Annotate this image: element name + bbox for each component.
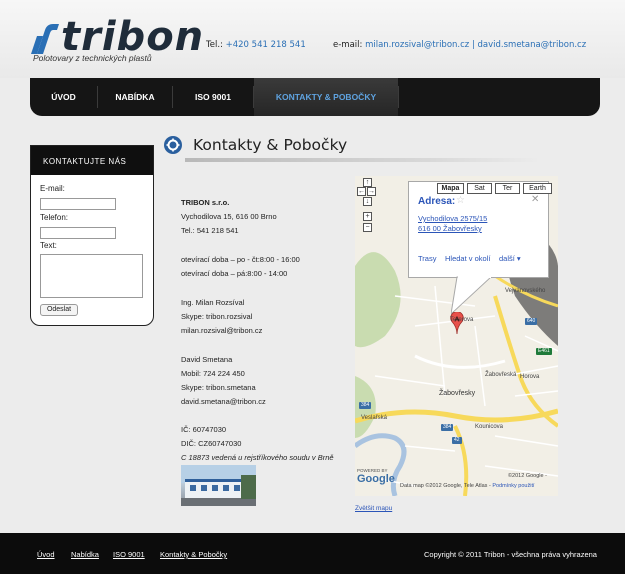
company-name: TRIBON s.r.o. <box>181 198 230 207</box>
phone-label: Tel.: <box>206 40 223 50</box>
opening-hours-friday: otevírací doba – pá:8:00 - 14:00 <box>181 269 288 278</box>
map-road-label: Veslařská <box>361 415 388 421</box>
logo-mark-icon <box>31 24 59 54</box>
message-textarea[interactable] <box>40 254 143 298</box>
footer-link-uvod[interactable]: Úvod <box>37 550 55 559</box>
map-type-terrain[interactable]: Ter <box>495 183 520 194</box>
more-link-label: další <box>499 254 515 263</box>
map-road-label: Horova <box>520 374 540 380</box>
person2-mobile: Mobil: 724 224 450 <box>181 369 245 378</box>
nav-item-uvod[interactable]: ÚVOD <box>30 78 97 116</box>
email-field[interactable] <box>40 198 116 210</box>
email-value[interactable]: milan.rozsival@tribon.cz | david.smetana… <box>365 40 586 50</box>
nav-item-kontakty[interactable]: KONTAKTY & POBOČKY <box>254 78 398 116</box>
pan-left-icon[interactable]: ← <box>357 187 366 196</box>
map-place-label: Žabovřesky <box>439 390 476 397</box>
pan-right-icon[interactable]: → <box>367 187 376 196</box>
bubble-address-line1[interactable]: Vychodilova 2575/15 <box>418 214 487 223</box>
person2-skype: Skype: tribon.smetana <box>181 383 256 392</box>
star-icon[interactable]: ☆ <box>456 195 465 206</box>
phone-field[interactable] <box>40 227 116 239</box>
map-road-label: Vejvanovského <box>505 288 546 294</box>
road-shield: E461 <box>536 348 552 355</box>
person2-name: David Smetana <box>181 355 233 364</box>
road-shield: 384 <box>359 402 372 409</box>
map-type-satellite[interactable]: Sat <box>467 183 492 194</box>
nearby-link[interactable]: Hledat v okolí <box>445 254 490 263</box>
bubble-title: Adresa: <box>418 196 456 207</box>
person2-email[interactable]: david.smetana@tribon.cz <box>181 397 266 406</box>
text-field-label: Text: <box>40 241 57 250</box>
page-title: Kontakty & Pobočky <box>193 136 348 154</box>
map-data-text: Data map ©2012 Google, Tele Atlas - <box>400 483 493 489</box>
site-header: tribon Polotovary z technických plastů T… <box>0 0 625 78</box>
send-button[interactable]: Odeslat <box>40 304 78 316</box>
person1-email[interactable]: milan.rozsival@tribon.cz <box>181 326 262 335</box>
header-email: e-mail: milan.rozsival@tribon.cz | david… <box>333 40 586 50</box>
map-pin-icon[interactable]: A <box>450 312 464 334</box>
phone-value[interactable]: +420 541 218 541 <box>226 40 306 50</box>
map-terms-link[interactable]: Podmínky použití <box>492 483 534 489</box>
road-shield: 384 <box>441 424 454 431</box>
header-phone: Tel.: +420 541 218 541 <box>206 40 306 50</box>
map-type-map[interactable]: Mapa <box>437 183 464 194</box>
map-road-label: Žabovřeská <box>485 372 517 378</box>
tribon-logo[interactable]: tribon Polotovary z technických plastů <box>31 14 203 66</box>
company-dic: DIČ: CZ60747030 <box>181 439 242 448</box>
gear-icon <box>164 136 182 154</box>
routes-link[interactable]: Trasy <box>418 254 436 263</box>
more-link[interactable]: další ▾ <box>499 254 521 263</box>
google-logo[interactable]: Google <box>357 473 395 485</box>
road-shield: 640 <box>525 318 538 325</box>
map-zoom-controls: ↑ ← → ↓ + − <box>357 178 377 238</box>
close-icon[interactable]: ✕ <box>531 194 539 205</box>
email-label: e-mail: <box>333 40 363 50</box>
contact-form-heading: KONTAKTUJTE NÁS <box>31 146 153 175</box>
phone-field-label: Telefon: <box>40 213 69 222</box>
footer-link-nabidka[interactable]: Nabídka <box>71 550 99 559</box>
footer-link-kontakty[interactable]: Kontakty & Pobočky <box>160 550 227 559</box>
title-divider <box>185 158 540 162</box>
person1-name: Ing. Milan Rozsíval <box>181 298 245 307</box>
company-phone: Tel.: 541 218 541 <box>181 226 239 235</box>
pan-up-icon[interactable]: ↑ <box>363 178 372 187</box>
enlarge-map-link[interactable]: Zvětšit mapu <box>355 505 392 512</box>
contact-form: KONTAKTUJTE NÁS E-mail: Telefon: Text: O… <box>30 145 154 326</box>
google-map[interactable]: ↑ ← → ↓ + − Adresa: ☆ ✕ Vychodilova 2575… <box>355 176 558 496</box>
nav-divider <box>398 86 399 108</box>
company-address: Vychodilova 15, 616 00 Brno <box>181 212 277 221</box>
nav-item-iso[interactable]: ISO 9001 <box>173 78 253 116</box>
person1-skype: Skype: tribon.rozsival <box>181 312 253 321</box>
map-type-earth[interactable]: Earth <box>523 183 552 194</box>
nav-item-nabidka[interactable]: NABÍDKA <box>98 78 172 116</box>
email-field-label: E-mail: <box>40 184 65 193</box>
map-copyright: ©2012 Google - <box>508 473 547 479</box>
zoom-out-icon[interactable]: − <box>363 223 372 232</box>
site-footer: Úvod Nabídka ISO 9001 Kontakty & Pobočky… <box>0 533 625 574</box>
opening-hours-weekdays: otevírací doba – po - čt:8:00 - 16:00 <box>181 255 300 264</box>
main-nav: ÚVOD NABÍDKA ISO 9001 KONTAKTY & POBOČKY <box>30 78 600 116</box>
building-photo <box>181 465 256 506</box>
zoom-in-icon[interactable]: + <box>363 212 372 221</box>
bubble-tail <box>451 276 491 315</box>
company-ic: IČ: 60747030 <box>181 425 227 434</box>
map-data-notice: Data map ©2012 Google, Tele Atlas - Podm… <box>400 483 535 489</box>
bubble-address-line2[interactable]: 616 00 Žabovřesky <box>418 224 482 233</box>
map-info-bubble: Adresa: ☆ ✕ Vychodilova 2575/15 616 00 Ž… <box>408 181 549 278</box>
map-road-label: Tererova <box>450 317 474 323</box>
footer-link-iso[interactable]: ISO 9001 <box>113 550 145 559</box>
company-registry: C 18873 vedená u rejstříkového soudu v B… <box>181 453 334 462</box>
map-road-label: Kounicova <box>475 424 504 430</box>
pan-down-icon[interactable]: ↓ <box>363 197 372 206</box>
logo-tagline: Polotovary z technických plastů <box>33 53 152 63</box>
road-shield: 42 <box>452 437 462 444</box>
footer-copyright: Copyright © 2011 Tribon - všechna práva … <box>424 550 597 559</box>
